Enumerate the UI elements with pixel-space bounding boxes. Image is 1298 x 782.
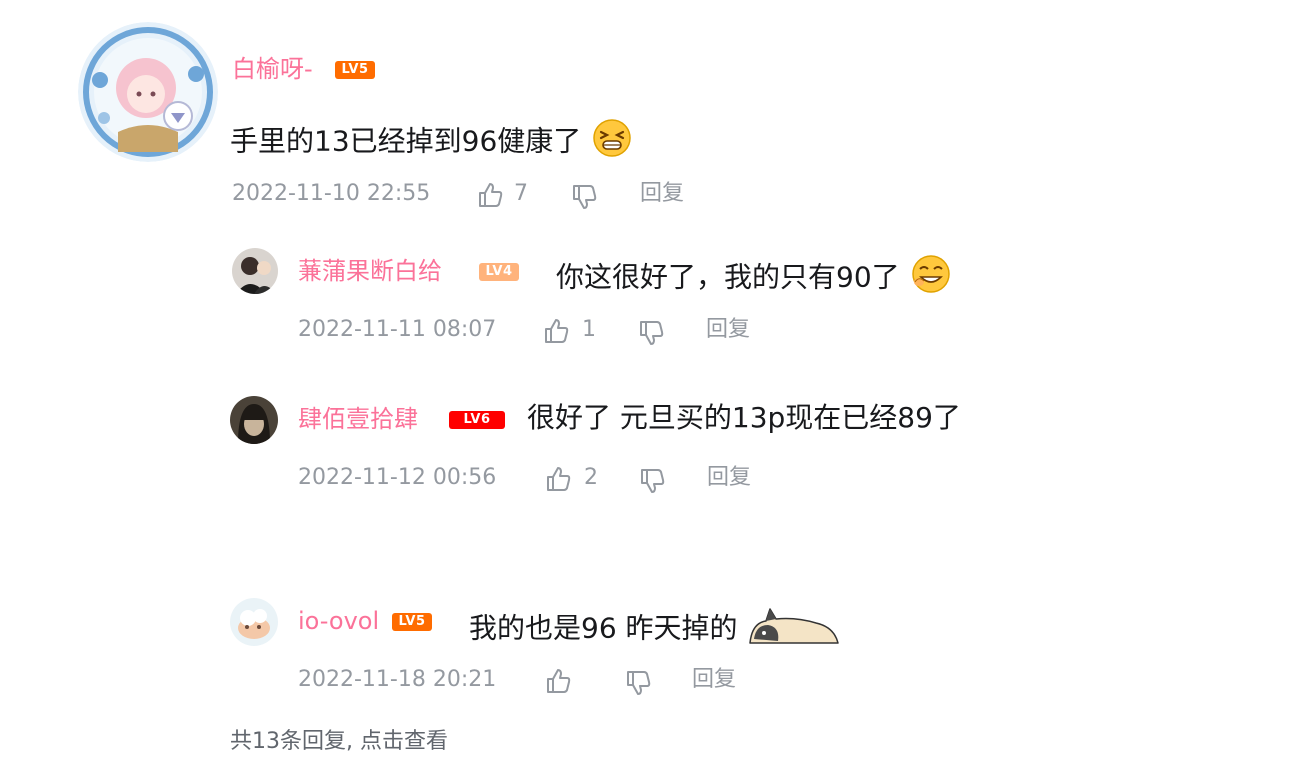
- reply3-text-body: 我的也是96 昨天掉的: [469, 611, 738, 645]
- reply1-like-thumbs-up-icon[interactable]: [542, 317, 570, 345]
- main-comment-text-body: 手里的13已经掉到96健康了: [230, 124, 582, 158]
- reply2-reply-button[interactable]: 回复: [707, 464, 751, 492]
- reply1-time: 2022-11-11 08:07: [298, 317, 497, 342]
- reply3-level-badge: LV5: [392, 613, 432, 631]
- main-avatar[interactable]: [78, 22, 218, 162]
- reply2-level-badge: LV6: [449, 411, 505, 429]
- reply1-text: 你这很好了，我的只有90了: [556, 254, 951, 303]
- main-level-badge: LV5: [335, 61, 375, 79]
- main-comment-time: 2022-11-10 22:55: [232, 181, 431, 206]
- reply3-like-thumbs-up-icon[interactable]: [544, 667, 572, 695]
- reply1-dislike-thumbs-down-icon[interactable]: [637, 319, 665, 347]
- reply1-level-badge: LV4: [479, 263, 519, 281]
- reply3-text: 我的也是96 昨天掉的: [469, 603, 842, 656]
- reply2-username[interactable]: 肆佰壹拾肆: [298, 404, 418, 434]
- grinning-squint-emoji-icon: [592, 118, 632, 167]
- main-username[interactable]: 白榆呀-: [232, 54, 313, 84]
- main-comment-text: 手里的13已经掉到96健康了: [230, 118, 632, 167]
- reply1-username[interactable]: 蒹蒲果断白给: [298, 256, 442, 286]
- main-dislike-thumbs-down-icon[interactable]: [570, 183, 598, 211]
- reply1-avatar[interactable]: [232, 248, 278, 294]
- crying-laugh-emoji-icon: [911, 254, 951, 303]
- reply3-reply-button[interactable]: 回复: [692, 666, 736, 694]
- reply3-time: 2022-11-18 20:21: [298, 667, 497, 692]
- reply1-reply-button[interactable]: 回复: [706, 316, 750, 344]
- lying-dog-sticker-icon: [746, 603, 842, 656]
- reply2-text: 很好了 元旦买的13p现在已经89了: [527, 401, 961, 434]
- reply1-text-body: 你这很好了，我的只有90了: [556, 260, 900, 294]
- reply2-like-thumbs-up-icon[interactable]: [544, 465, 572, 493]
- main-like-count: 7: [514, 181, 528, 206]
- reply2-avatar[interactable]: [230, 396, 278, 444]
- reply2-dislike-thumbs-down-icon[interactable]: [638, 467, 666, 495]
- reply3-username[interactable]: io-ovol: [298, 606, 379, 636]
- reply2-like-count: 2: [584, 465, 598, 490]
- reply3-dislike-thumbs-down-icon[interactable]: [624, 669, 652, 697]
- reply2-time: 2022-11-12 00:56: [298, 465, 497, 490]
- reply1-like-count: 1: [582, 317, 596, 342]
- main-reply-button[interactable]: 回复: [640, 180, 684, 208]
- reply3-avatar[interactable]: [230, 598, 278, 646]
- view-more-replies-link[interactable]: 共13条回复, 点击查看: [230, 728, 448, 756]
- main-like-thumbs-up-icon[interactable]: [476, 181, 504, 209]
